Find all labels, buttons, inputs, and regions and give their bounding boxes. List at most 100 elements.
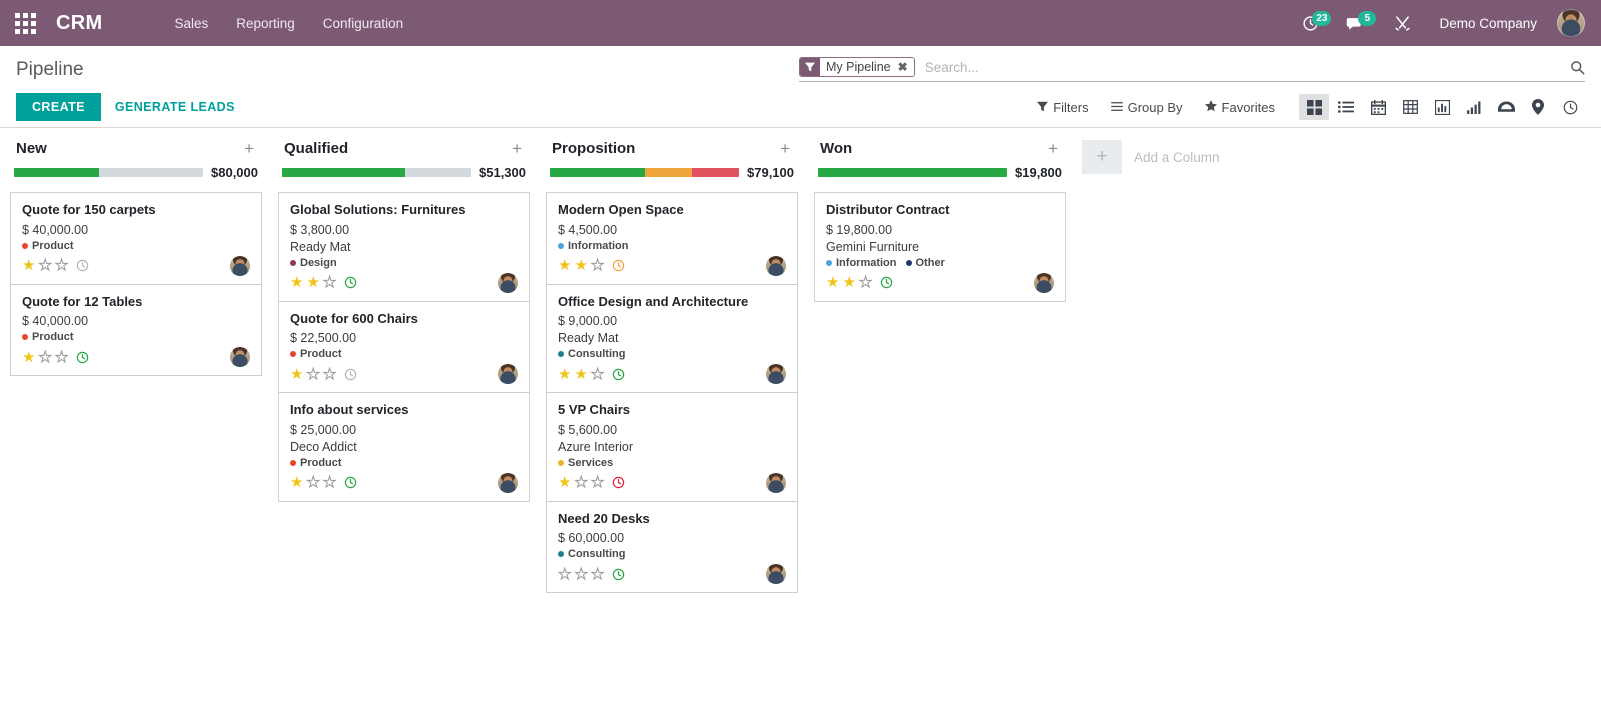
kanban-card[interactable]: Modern Open Space $ 4,500.00 Information ★ ★…	[546, 192, 798, 285]
user-avatar[interactable]	[766, 364, 786, 385]
progress-segment[interactable]	[282, 168, 405, 177]
view-button-pivot[interactable]	[1395, 94, 1425, 120]
priority-star[interactable]: ★	[290, 367, 303, 382]
priority-star[interactable]: ★	[590, 475, 604, 491]
priority-star[interactable]: ★	[858, 275, 872, 291]
kanban-column-title[interactable]: Proposition	[552, 140, 635, 157]
menu-item-reporting[interactable]: Reporting	[222, 2, 309, 45]
priority-star[interactable]: ★	[306, 366, 320, 382]
priority-star[interactable]: ★	[322, 475, 336, 491]
kanban-card[interactable]: Distributor Contract $ 19,800.00 Gemini Fu…	[814, 192, 1066, 302]
view-button-dashboard[interactable]	[1491, 94, 1521, 120]
clock-icon[interactable]	[344, 368, 357, 381]
card-tag[interactable]: Product	[22, 240, 74, 252]
card-tag[interactable]: Product	[22, 331, 74, 343]
priority-star[interactable]: ★	[22, 350, 35, 365]
kanban-card[interactable]: Quote for 600 Chairs $ 22,500.00 Product ★ ★…	[278, 301, 530, 394]
clock-icon[interactable]	[344, 476, 357, 489]
clock-icon[interactable]	[76, 351, 89, 364]
user-avatar[interactable]	[1034, 272, 1054, 293]
card-tag[interactable]: Product	[290, 348, 342, 360]
progress-segment[interactable]	[404, 168, 471, 177]
user-avatar[interactable]	[498, 272, 518, 293]
group-by-dropdown[interactable]: Group By	[1109, 98, 1185, 117]
priority-star[interactable]: ★	[54, 258, 68, 274]
kanban-card[interactable]: Info about services $ 25,000.00 Deco Addic…	[278, 393, 530, 502]
progress-segment[interactable]	[691, 168, 739, 177]
kanban-column-title[interactable]: New	[16, 140, 47, 157]
kanban-card[interactable]: Office Design and Architecture $ 9,000.00…	[546, 284, 798, 394]
user-avatar[interactable]	[230, 255, 250, 276]
priority-star[interactable]: ★	[322, 275, 336, 291]
priority-star[interactable]: ★	[38, 258, 52, 274]
progress-segment[interactable]	[550, 168, 645, 177]
add-column[interactable]: + Add a Column	[1082, 138, 1332, 174]
wrench-screwdriver-icon[interactable]	[1382, 9, 1423, 38]
kanban-card[interactable]: Quote for 12 Tables $ 40,000.00 Product ★ ★ ★	[10, 284, 262, 377]
card-tag[interactable]: Product	[290, 457, 342, 469]
progress-segment[interactable]	[818, 168, 1007, 177]
activity-menu-button[interactable]: 23	[1294, 9, 1333, 38]
apps-grid-icon[interactable]	[8, 6, 42, 40]
priority-star[interactable]: ★	[590, 258, 604, 274]
kanban-column-title[interactable]: Qualified	[284, 140, 348, 157]
priority-star[interactable]: ★	[590, 366, 604, 382]
messaging-menu-button[interactable]: 5	[1337, 9, 1378, 38]
view-button-calendar[interactable]	[1363, 94, 1393, 120]
card-tag[interactable]: Information	[558, 240, 629, 252]
priority-star[interactable]: ★	[557, 566, 571, 582]
user-avatar[interactable]	[498, 364, 518, 385]
priority-star[interactable]: ★	[54, 349, 68, 365]
search-input[interactable]	[920, 59, 1564, 75]
app-brand-crm[interactable]: CRM	[48, 12, 110, 35]
priority-star[interactable]: ★	[574, 475, 588, 491]
plus-icon[interactable]: +	[1044, 140, 1062, 157]
clock-icon[interactable]	[344, 276, 357, 289]
breadcrumb[interactable]: Pipeline	[16, 56, 84, 79]
progress-segment[interactable]	[14, 168, 100, 177]
user-avatar[interactable]	[766, 472, 786, 493]
kanban-card[interactable]: Quote for 150 carpets $ 40,000.00 Product ★…	[10, 192, 262, 285]
clock-icon[interactable]	[880, 276, 893, 289]
create-button[interactable]: CREATE	[16, 93, 101, 121]
view-button-map[interactable]	[1523, 94, 1553, 120]
priority-star[interactable]: ★	[290, 475, 303, 490]
priority-star[interactable]: ★	[38, 349, 52, 365]
card-tag[interactable]: Consulting	[558, 548, 625, 560]
user-avatar[interactable]	[230, 347, 250, 368]
search-facet-my-pipeline[interactable]: My Pipeline ✖	[799, 57, 915, 77]
favorites-dropdown[interactable]: Favorites	[1203, 98, 1277, 117]
clock-icon[interactable]	[612, 476, 625, 489]
priority-star[interactable]: ★	[826, 275, 839, 290]
priority-star[interactable]: ★	[558, 367, 571, 382]
plus-icon[interactable]: +	[508, 140, 526, 157]
priority-star[interactable]: ★	[574, 258, 587, 273]
priority-star[interactable]: ★	[322, 366, 336, 382]
user-avatar[interactable]	[766, 564, 786, 585]
priority-star[interactable]: ★	[558, 258, 571, 273]
priority-star[interactable]: ★	[306, 475, 320, 491]
priority-star[interactable]: ★	[558, 475, 571, 490]
clock-icon[interactable]	[612, 568, 625, 581]
user-avatar[interactable]	[498, 472, 518, 493]
priority-star[interactable]: ★	[574, 367, 587, 382]
view-button-chart[interactable]	[1459, 94, 1489, 120]
kanban-card[interactable]: Need 20 Desks $ 60,000.00 Consulting ★ ★ ★	[546, 501, 798, 594]
menu-item-configuration[interactable]: Configuration	[309, 2, 417, 45]
kanban-column-title[interactable]: Won	[820, 140, 852, 157]
priority-star[interactable]: ★	[22, 258, 35, 273]
kanban-card[interactable]: Global Solutions: Furnitures $ 3,800.00 Re…	[278, 192, 530, 302]
plus-icon[interactable]: +	[240, 140, 258, 157]
view-button-activity[interactable]	[1555, 94, 1585, 120]
user-avatar[interactable]	[1557, 9, 1585, 37]
card-tag[interactable]: Consulting	[558, 348, 625, 360]
plus-icon[interactable]: +	[1082, 140, 1122, 174]
view-button-kanban[interactable]	[1299, 94, 1329, 120]
card-tag[interactable]: Design	[290, 257, 337, 269]
card-tag[interactable]: Other	[905, 257, 945, 269]
clock-icon[interactable]	[76, 259, 89, 272]
priority-star[interactable]: ★	[590, 566, 604, 582]
card-tag[interactable]: Services	[558, 457, 613, 469]
priority-star[interactable]: ★	[290, 275, 303, 290]
filters-dropdown[interactable]: Filters	[1035, 98, 1090, 117]
